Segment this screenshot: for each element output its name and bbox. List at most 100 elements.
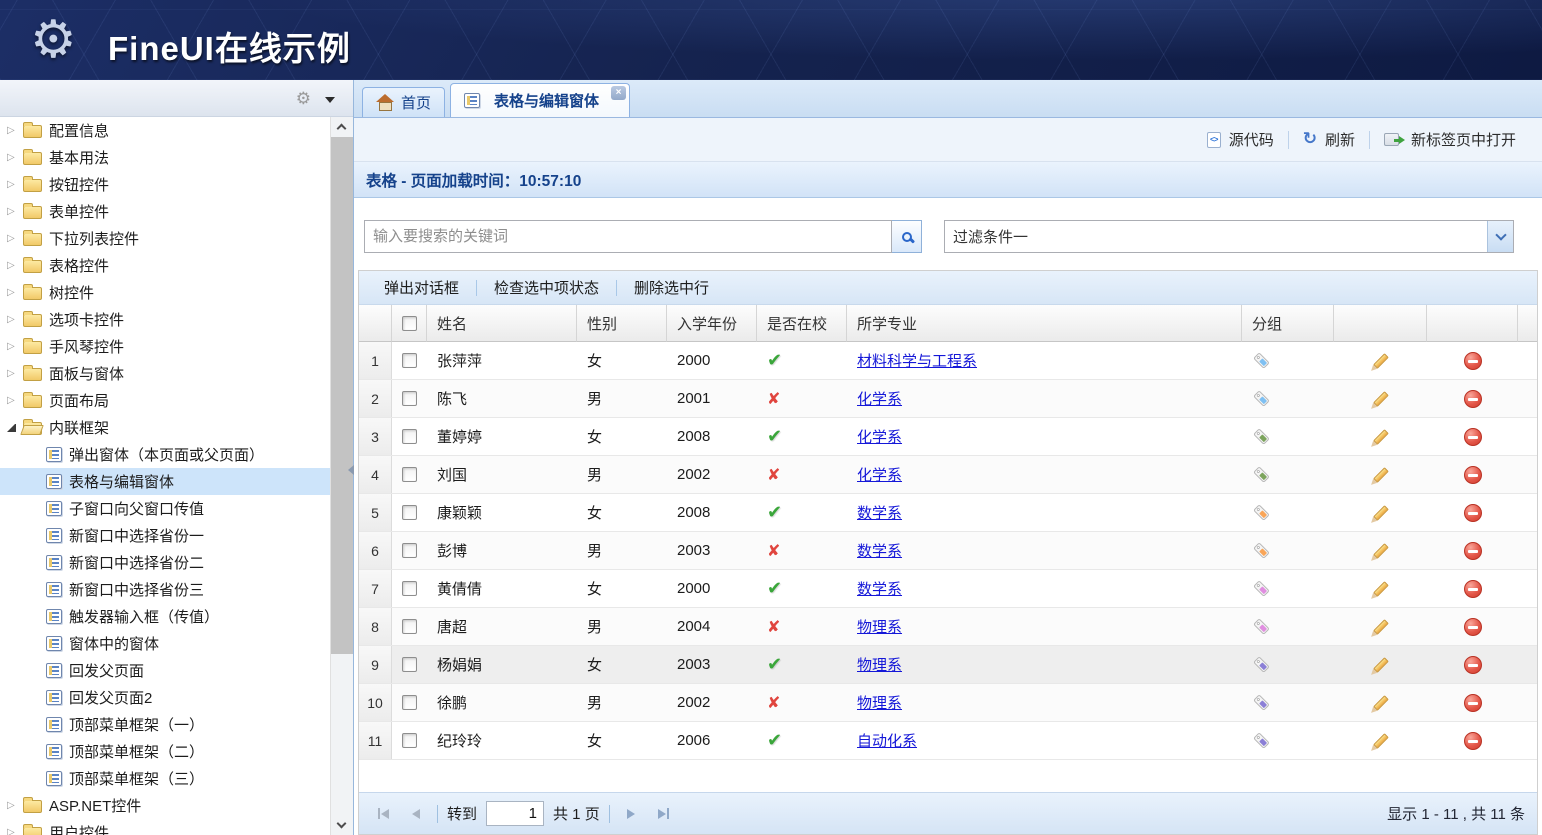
table-row[interactable]: 10徐鹏男2002✘物理系: [359, 684, 1537, 722]
delete-selected-button[interactable]: 删除选中行: [617, 277, 726, 298]
edit-pencil-icon[interactable]: [1373, 619, 1389, 635]
sidebar-item[interactable]: 内联框架: [0, 414, 330, 441]
tree-collapsed-icon[interactable]: ▷: [7, 206, 22, 217]
cell-group[interactable]: [1242, 342, 1334, 379]
row-checkbox[interactable]: [402, 505, 417, 520]
scroll-down-button[interactable]: [331, 815, 353, 835]
sidebar-item[interactable]: 新窗口中选择省份一: [0, 522, 330, 549]
edit-pencil-icon[interactable]: [1373, 505, 1389, 521]
sidebar-item[interactable]: 回发父页面2: [0, 684, 330, 711]
edit-pencil-icon[interactable]: [1373, 429, 1389, 445]
tree-collapsed-icon[interactable]: ▷: [7, 287, 22, 298]
dropdown-button[interactable]: [1487, 221, 1513, 252]
major-link[interactable]: 物理系: [857, 654, 902, 675]
table-row[interactable]: 3董婷婷女2008✔化学系: [359, 418, 1537, 456]
major-link[interactable]: 物理系: [857, 692, 902, 713]
table-row[interactable]: 5康颖颖女2008✔数学系: [359, 494, 1537, 532]
sidebar-item[interactable]: 新窗口中选择省份二: [0, 549, 330, 576]
delete-icon[interactable]: [1464, 390, 1482, 408]
sidebar-item[interactable]: 触发器输入框（传值）: [0, 603, 330, 630]
sidebar-item[interactable]: 子窗口向父窗口传值: [0, 495, 330, 522]
delete-icon[interactable]: [1464, 504, 1482, 522]
cell-group[interactable]: [1242, 722, 1334, 759]
last-page-button[interactable]: [652, 808, 676, 819]
row-checkbox[interactable]: [402, 657, 417, 672]
tree-collapsed-icon[interactable]: ▷: [7, 800, 22, 811]
sidebar-item[interactable]: ▷表格控件: [0, 252, 330, 279]
open-new-tab-button[interactable]: 新标签页中打开: [1370, 126, 1530, 154]
tree-collapsed-icon[interactable]: ▷: [7, 368, 22, 379]
first-page-button[interactable]: [371, 808, 395, 819]
header-at-school[interactable]: 是否在校: [757, 305, 847, 342]
tab-grid-edit-window[interactable]: 表格与编辑窗体 ×: [450, 83, 630, 117]
cell-group[interactable]: [1242, 570, 1334, 607]
sidebar-item[interactable]: ▷ASP.NET控件: [0, 792, 330, 819]
edit-pencil-icon[interactable]: [1373, 543, 1389, 559]
table-row[interactable]: 2陈飞男2001✘化学系: [359, 380, 1537, 418]
filter-dropdown[interactable]: 过滤条件一: [944, 220, 1514, 253]
cell-group[interactable]: [1242, 684, 1334, 721]
sidebar-item[interactable]: ▷树控件: [0, 279, 330, 306]
tree-expanded-icon[interactable]: [7, 424, 16, 432]
major-link[interactable]: 数学系: [857, 502, 902, 523]
row-checkbox[interactable]: [402, 391, 417, 406]
next-page-button[interactable]: [619, 809, 643, 819]
sidebar-item[interactable]: 窗体中的窗体: [0, 630, 330, 657]
select-all-checkbox[interactable]: [402, 316, 417, 331]
tree-collapsed-icon[interactable]: ▷: [7, 152, 22, 163]
sidebar-item[interactable]: 顶部菜单框架（二）: [0, 738, 330, 765]
delete-icon[interactable]: [1464, 352, 1482, 370]
edit-pencil-icon[interactable]: [1373, 467, 1389, 483]
major-link[interactable]: 化学系: [857, 388, 902, 409]
sidebar-item[interactable]: 弹出窗体（本页面或父页面）: [0, 441, 330, 468]
cell-group[interactable]: [1242, 494, 1334, 531]
settings-dropdown-caret-icon[interactable]: [325, 97, 335, 103]
tab-close-icon[interactable]: ×: [611, 86, 626, 100]
major-link[interactable]: 材料科学与工程系: [857, 350, 977, 371]
header-year[interactable]: 入学年份: [667, 305, 757, 342]
sidebar-item[interactable]: 顶部菜单框架（一）: [0, 711, 330, 738]
splitter-collapse-icon[interactable]: [348, 465, 354, 475]
sidebar-item[interactable]: 新窗口中选择省份三: [0, 576, 330, 603]
prev-page-button[interactable]: [404, 809, 428, 819]
sidebar-item[interactable]: ▷配置信息: [0, 117, 330, 144]
cell-group[interactable]: [1242, 608, 1334, 645]
header-group[interactable]: 分组: [1242, 305, 1334, 342]
sidebar-item[interactable]: ▷用户控件: [0, 819, 330, 835]
major-link[interactable]: 数学系: [857, 540, 902, 561]
edit-pencil-icon[interactable]: [1373, 391, 1389, 407]
sidebar-item[interactable]: ▷选项卡控件: [0, 306, 330, 333]
page-number-input[interactable]: [486, 801, 544, 826]
edit-pencil-icon[interactable]: [1373, 695, 1389, 711]
delete-icon[interactable]: [1464, 732, 1482, 750]
delete-icon[interactable]: [1464, 466, 1482, 484]
sidebar-item[interactable]: ▷表单控件: [0, 198, 330, 225]
tree-collapsed-icon[interactable]: ▷: [7, 125, 22, 136]
sidebar-item[interactable]: ▷按钮控件: [0, 171, 330, 198]
tree-collapsed-icon[interactable]: ▷: [7, 395, 22, 406]
row-checkbox[interactable]: [402, 429, 417, 444]
cell-group[interactable]: [1242, 380, 1334, 417]
table-row[interactable]: 6彭博男2003✘数学系: [359, 532, 1537, 570]
search-input[interactable]: [364, 220, 892, 253]
cell-group[interactable]: [1242, 418, 1334, 455]
row-checkbox[interactable]: [402, 467, 417, 482]
tree-collapsed-icon[interactable]: ▷: [7, 260, 22, 271]
edit-pencil-icon[interactable]: [1373, 353, 1389, 369]
row-checkbox[interactable]: [402, 581, 417, 596]
cell-group[interactable]: [1242, 646, 1334, 683]
settings-gear-icon[interactable]: ⚙: [296, 89, 311, 109]
row-checkbox[interactable]: [402, 733, 417, 748]
sidebar-item[interactable]: ▷页面布局: [0, 387, 330, 414]
scrollbar-thumb[interactable]: [331, 137, 353, 654]
tree-collapsed-icon[interactable]: ▷: [7, 233, 22, 244]
edit-pencil-icon[interactable]: [1373, 581, 1389, 597]
popup-dialog-button[interactable]: 弹出对话框: [367, 277, 476, 298]
row-checkbox[interactable]: [402, 543, 417, 558]
sidebar-item[interactable]: ▷下拉列表控件: [0, 225, 330, 252]
sidebar-item[interactable]: 顶部菜单框架（三）: [0, 765, 330, 792]
row-checkbox[interactable]: [402, 353, 417, 368]
row-checkbox[interactable]: [402, 619, 417, 634]
header-name[interactable]: 姓名: [427, 305, 577, 342]
tab-home[interactable]: 首页: [362, 87, 445, 117]
